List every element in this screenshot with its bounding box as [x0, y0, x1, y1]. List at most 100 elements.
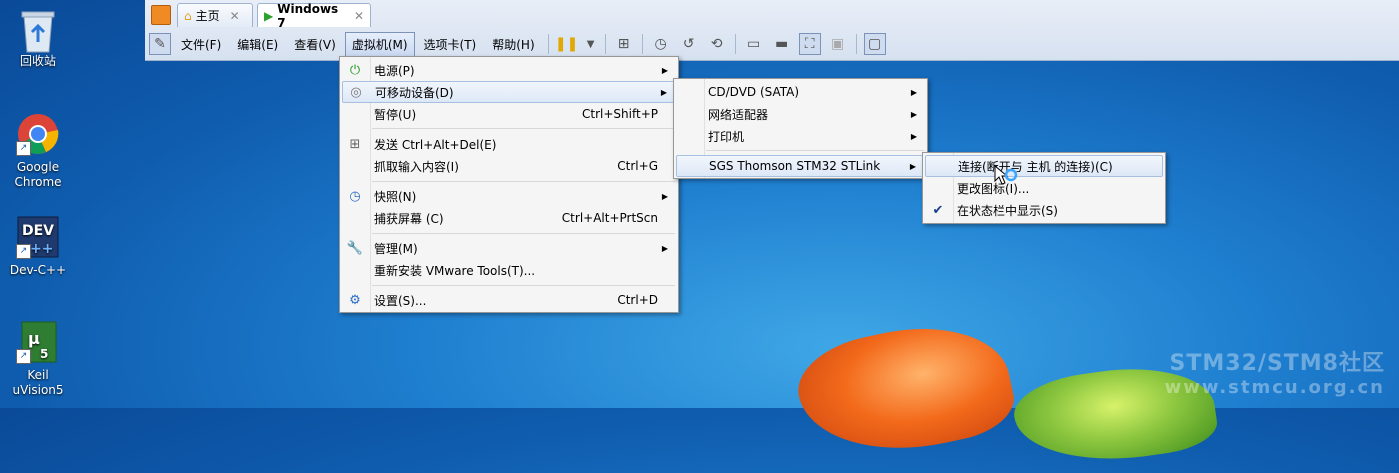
menu-item-label: 捕获屏幕 (C): [374, 211, 444, 226]
wrench-icon: 🔧: [346, 240, 364, 256]
toolbar-separator: [604, 34, 606, 54]
menu-item-removable-devices[interactable]: ◎ 可移动设备(D) ▶: [342, 81, 676, 103]
svg-text:++: ++: [30, 241, 53, 257]
menu-view[interactable]: 查看(V): [287, 32, 343, 57]
menu-separator: [372, 285, 675, 286]
vm-menu: ⏻ 电源(P) ▶ ◎ 可移动设备(D) ▶ 暂停(U) Ctrl+Shift+…: [339, 56, 679, 313]
menu-item-label: 发送 Ctrl+Alt+Del(E): [374, 137, 497, 152]
fullscreen-icon[interactable]: ⛶: [798, 33, 821, 55]
menu-separator: [706, 150, 924, 151]
menu-item-capture-screen[interactable]: 捕获屏幕 (C) Ctrl+Alt+PrtScn: [342, 207, 676, 229]
vmware-toolbar: ⌂ 主页 ✕ ▶ Windows 7 ✕ ✎ 文件(F) 编辑(E) 查看(V)…: [145, 0, 1399, 61]
shortcut-arrow-icon: ↗: [16, 349, 31, 364]
svg-text:5: 5: [40, 347, 48, 361]
vm-running-icon: ▶: [264, 8, 274, 23]
shortcut-arrow-icon: ↗: [16, 141, 31, 156]
desktop-icon-label: Chrome: [14, 175, 62, 189]
svg-text:DEV: DEV: [22, 223, 54, 239]
desktop-icon-label: Keil: [27, 368, 49, 382]
desktop-icon-label: Google: [16, 160, 60, 174]
desktop-icon-devcpp[interactable]: DEV ++ ↗ Dev-C++: [2, 215, 74, 278]
desktop-icon-chrome[interactable]: ↗ Google Chrome: [2, 112, 74, 190]
menu-item-cddvd[interactable]: CD/DVD (SATA) ▶: [676, 81, 925, 103]
tab-windows7[interactable]: ▶ Windows 7 ✕: [257, 2, 371, 30]
snapshot-manager-icon[interactable]: ⟲: [706, 33, 728, 55]
menu-item-label: 连接(断开与 主机 的连接)(C): [958, 159, 1113, 174]
devcpp-icon: DEV ++ ↗: [16, 215, 60, 259]
chevron-down-icon[interactable]: ▼: [584, 33, 598, 55]
shortcut-text: Ctrl+G: [617, 159, 658, 173]
vmware-app-icon[interactable]: [151, 5, 171, 25]
menu-item-label: 抓取输入内容(I): [374, 159, 459, 174]
removable-devices-menu: CD/DVD (SATA) ▶ 网络适配器 ▶ 打印机 ▶ SGS Thomso…: [673, 78, 928, 179]
menu-vm[interactable]: 虚拟机(M): [344, 31, 415, 57]
menu-item-grab-input[interactable]: 抓取输入内容(I) Ctrl+G: [342, 155, 676, 177]
menu-separator: [372, 233, 675, 234]
shortcut-text: Ctrl+Alt+PrtScn: [561, 211, 658, 225]
toolbar-separator: [547, 34, 549, 54]
snapshot-revert-icon[interactable]: ↺: [678, 33, 700, 55]
desktop-icon-recycle-bin[interactable]: 回收站: [2, 6, 74, 69]
pause-icon[interactable]: ❚❚: [555, 33, 578, 55]
chevron-right-icon: ▶: [909, 161, 916, 171]
chevron-right-icon: ▶: [661, 243, 668, 253]
menu-separator: [372, 181, 675, 182]
menu-item-manage[interactable]: 🔧 管理(M) ▶: [342, 237, 676, 259]
menu-help[interactable]: 帮助(H): [485, 32, 541, 57]
watermark: STM32/STM8社区 www.stmcu.org.cn: [1165, 345, 1385, 398]
settings-icon: ⚙: [349, 292, 361, 308]
network-send-icon: ⊞: [349, 136, 361, 152]
menu-item-network-adapter[interactable]: 网络适配器 ▶: [676, 103, 925, 125]
desktop-icon-label: uVision5: [12, 383, 64, 397]
win7-logo-orange: [789, 309, 1021, 471]
toolbar-separator: [734, 34, 736, 54]
chevron-right-icon: ▶: [661, 65, 668, 75]
menu-item-label: 快照(N): [374, 189, 417, 204]
close-icon[interactable]: ✕: [230, 9, 240, 23]
menu-item-reinstall-tools[interactable]: 重新安装 VMware Tools(T)...: [342, 259, 676, 281]
menu-item-label: 打印机: [708, 129, 745, 144]
menu-item-pause[interactable]: 暂停(U) Ctrl+Shift+P: [342, 103, 676, 125]
sidebar-toggle-icon[interactable]: ▭: [743, 33, 765, 55]
menu-item-printer[interactable]: 打印机 ▶: [676, 125, 925, 147]
menu-item-settings[interactable]: ⚙ 设置(S)... Ctrl+D: [342, 289, 676, 311]
desktop-icon-label: 回收站: [19, 54, 56, 68]
checkmark-icon: ✔: [932, 202, 944, 218]
tab-strip: ⌂ 主页 ✕ ▶ Windows 7 ✕: [145, 0, 1399, 30]
chevron-right-icon: ▶: [910, 131, 917, 141]
menu-item-snapshot[interactable]: ◷ 快照(N) ▶: [342, 185, 676, 207]
mouse-cursor-icon: [994, 164, 1020, 192]
menu-file[interactable]: 文件(F): [174, 32, 228, 57]
desktop-icon-keil[interactable]: μ 5 ↗ Keil uVision5: [2, 320, 74, 398]
toolbar-separator: [641, 34, 643, 54]
menu-item-label: 电源(P): [374, 63, 415, 78]
thumbnail-bar-icon[interactable]: ▬: [771, 33, 793, 55]
chevron-right-icon: ▶: [660, 87, 667, 97]
menu-item-label: 在状态栏中显示(S): [957, 203, 1058, 218]
menu-item-power[interactable]: ⏻ 电源(P) ▶: [342, 59, 676, 81]
close-icon[interactable]: ✕: [354, 9, 364, 23]
unity-icon[interactable]: ▣: [827, 33, 849, 55]
console-view-icon[interactable]: ▢: [863, 33, 886, 55]
tab-home[interactable]: ⌂ 主页 ✕: [177, 3, 253, 27]
menu-item-stlink[interactable]: SGS Thomson STM32 STLink ▶: [676, 155, 925, 177]
menu-item-connect[interactable]: 连接(断开与 主机 的连接)(C): [925, 155, 1163, 177]
keil-icon: μ 5 ↗: [16, 320, 60, 364]
network-send-icon[interactable]: ⊞: [613, 33, 635, 55]
menu-edit[interactable]: 编辑(E): [230, 32, 285, 57]
disc-icon: ◎: [350, 84, 362, 100]
menubar: ✎ 文件(F) 编辑(E) 查看(V) 虚拟机(M) 选项卡(T) 帮助(H) …: [145, 30, 1399, 58]
menu-item-label: 暂停(U): [374, 107, 417, 122]
pin-icon[interactable]: ✎: [149, 33, 171, 55]
menu-item-send-ctrl-alt-del[interactable]: ⊞ 发送 Ctrl+Alt+Del(E): [342, 133, 676, 155]
shortcut-arrow-icon: ↗: [16, 244, 31, 259]
menu-item-change-icon[interactable]: 更改图标(I)...: [925, 177, 1163, 199]
desktop-icon-label: Dev-C++: [9, 263, 67, 277]
menu-item-label: CD/DVD (SATA): [708, 85, 800, 99]
menu-item-show-in-statusbar[interactable]: ✔ 在状态栏中显示(S): [925, 199, 1163, 221]
menu-item-label: 管理(M): [374, 241, 418, 256]
svg-text:μ: μ: [28, 329, 40, 348]
snapshot-take-icon[interactable]: ◷: [650, 33, 672, 55]
menu-tabs[interactable]: 选项卡(T): [417, 32, 484, 57]
home-icon: ⌂: [184, 8, 192, 23]
